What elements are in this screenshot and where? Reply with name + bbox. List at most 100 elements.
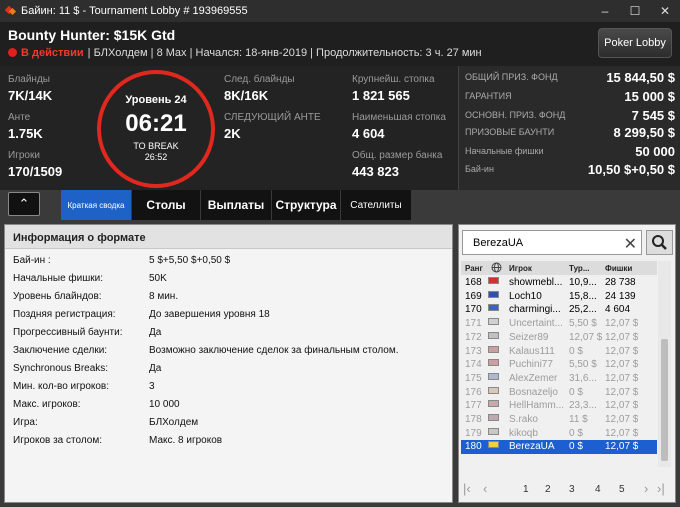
country-flag-icon: [488, 386, 499, 394]
country-flag-icon: [488, 277, 499, 284]
player-row[interactable]: 174 Puchini77 5,50 $ 12,07 $: [461, 358, 657, 372]
search-button[interactable]: [646, 230, 673, 255]
info-value: Возможно заключение сделок за финальным …: [149, 345, 399, 356]
page-1[interactable]: 1: [523, 484, 529, 495]
ante-label: Анте: [8, 112, 31, 123]
player-row[interactable]: 169 Loch10 15,8... 24 139: [461, 290, 657, 304]
clear-search-icon[interactable]: ✕: [624, 234, 637, 254]
info-row: Бай-ин : 5 $+5,50 $+0,50 $: [13, 255, 230, 266]
prize-pool-panel: ОБЩИЙ ПРИЗ. ФОНД 15 844,50 $ ГАРАНТИЯ 15 0…: [458, 66, 680, 190]
col-tour[interactable]: Тур...: [569, 264, 589, 273]
player-list-scrollbar[interactable]: [658, 261, 671, 467]
player-row[interactable]: 177 HellHamm... 23,3... 12,07 $: [461, 399, 657, 413]
player-tour: 0 $: [569, 427, 583, 439]
page-5[interactable]: 5: [619, 484, 625, 495]
player-tour: 11 $: [569, 414, 588, 425]
info-key: Synchronous Breaks:: [13, 363, 109, 374]
col-player[interactable]: Игрок: [509, 264, 532, 273]
info-key: Заключение сделки:: [13, 345, 108, 356]
player-name: showmebl...: [509, 277, 563, 288]
info-row: Прогрессивный баунти: Да: [13, 327, 161, 338]
prize-row: ОБЩИЙ ПРИЗ. ФОНД 15 844,50 $: [465, 70, 675, 86]
col-rank[interactable]: Ранг: [465, 264, 483, 273]
player-chips: 12,07 $: [605, 359, 639, 371]
player-row[interactable]: 172 Seizer89 12,07 $12,07 $: [461, 331, 657, 345]
player-rank: 176: [465, 386, 482, 398]
info-key: Игроков за столом:: [13, 435, 102, 446]
info-value: 5 $+5,50 $+0,50 $: [149, 255, 231, 266]
player-row[interactable]: 175 AlexZemer 31,6... 12,07 $: [461, 372, 657, 386]
player-search-input[interactable]: BerezaUA ✕: [462, 230, 642, 255]
player-chips: 12,07 $: [605, 427, 639, 439]
player-rank: 173: [465, 345, 482, 357]
country-flag-icon: [488, 414, 499, 421]
blinds-value: 7K/14K: [8, 88, 53, 103]
player-tour: 5,50 $: [569, 318, 597, 330]
page-4[interactable]: 4: [595, 484, 601, 495]
player-row[interactable]: 176 Bosnazeljo 0 $ 12,07 $: [461, 386, 657, 400]
player-row[interactable]: 180 BerezaUA 0 $ 12,07 $: [461, 440, 657, 454]
tournament-name: Bounty Hunter: $15K Gtd: [8, 27, 176, 43]
player-row[interactable]: 170 charmingi... 25,2... 4 604: [461, 303, 657, 317]
info-value: 50K: [149, 273, 167, 284]
close-button[interactable]: ✕: [650, 0, 680, 22]
info-key: Мин. кол-во игроков:: [13, 381, 110, 392]
search-icon: [652, 235, 667, 250]
prize-row: Начальные фишки 50 000: [465, 144, 675, 160]
page-2[interactable]: 2: [545, 484, 551, 495]
player-row[interactable]: 179 kikoqb 0 $ 12,07 $: [461, 427, 657, 441]
player-name: Uncertaint...: [509, 318, 563, 330]
player-chips: 12,07 $: [605, 400, 639, 412]
tab-payouts[interactable]: Выплаты: [201, 190, 271, 220]
player-row[interactable]: 178 S.rako 11 $ 12,07 $: [461, 413, 657, 427]
country-flag-icon: [488, 441, 499, 449]
tab-tables[interactable]: Столы: [132, 190, 200, 220]
info-row: Игроков за столом: Макс. 8 игроков: [13, 435, 222, 446]
details-text: | БЛХолдем | 8 Max | Начался: 18-янв-201…: [87, 47, 482, 59]
player-name: Bosnazeljo: [509, 386, 558, 398]
format-info-heading: Информация о формате: [5, 225, 452, 249]
scrollbar-thumb[interactable]: [661, 339, 668, 461]
total-bank-value: 443 823: [352, 164, 399, 179]
info-key: Игра:: [13, 417, 38, 428]
next-page-icon[interactable]: ›: [644, 481, 648, 496]
info-key: Макс. игроков:: [13, 399, 81, 410]
level-timer: Уровень 24 06:21 TO BREAK 26:52: [97, 70, 215, 188]
player-row[interactable]: 173 Kalaus111 0 $ 12,07 $: [461, 345, 657, 359]
next-ante-label: СЛЕДУЮЩИЙ АНТЕ: [224, 112, 321, 123]
player-tour: 10,9...: [569, 277, 597, 288]
country-flag-icon: [488, 372, 499, 380]
info-row: Начальные фишки: 50K: [13, 273, 167, 284]
player-name: kikoqb: [509, 427, 538, 439]
globe-icon[interactable]: [491, 262, 502, 275]
live-status-icon: [8, 48, 17, 57]
info-key: Бай-ин :: [13, 255, 51, 266]
player-rank: 177: [465, 400, 482, 412]
player-chips: 4 604: [605, 304, 631, 316]
player-tour: 0 $: [569, 386, 583, 398]
tab-structure[interactable]: Структура: [272, 190, 340, 220]
info-value: 8 мин.: [149, 291, 179, 302]
blinds-label: Блайнды: [8, 74, 50, 85]
info-value: Макс. 8 игроков: [149, 435, 223, 446]
minimize-button[interactable]: –: [590, 0, 620, 22]
tab-summary[interactable]: Краткая сводка: [61, 190, 131, 220]
maximize-button[interactable]: ☐: [620, 0, 650, 22]
info-value: БЛХолдем: [149, 417, 199, 428]
first-page-icon[interactable]: |‹: [463, 481, 471, 496]
prize-label: ГАРАНТИЯ: [465, 91, 512, 101]
poker-lobby-button[interactable]: Poker Lobby: [598, 28, 672, 58]
tab-satellites[interactable]: Сателлиты: [341, 190, 411, 220]
prev-page-icon[interactable]: ‹: [483, 481, 487, 496]
player-row[interactable]: 171 Uncertaint... 5,50 $ 12,07 $: [461, 317, 657, 331]
info-value: 3: [149, 381, 155, 392]
level-label: Уровень 24: [125, 94, 187, 106]
page-3[interactable]: 3: [569, 484, 575, 495]
tab-bar: ⌃ Краткая сводка Столы Выплаты Структура…: [0, 190, 458, 220]
last-page-icon[interactable]: ›|: [657, 481, 665, 496]
collapse-chevron-up-icon[interactable]: ⌃: [8, 192, 40, 216]
col-chips[interactable]: Фишки: [605, 264, 632, 273]
player-row[interactable]: 168 showmebl... 10,9... 28 738: [461, 276, 657, 290]
prize-label: Начальные фишки: [465, 146, 544, 156]
player-chips: 12,07 $: [605, 372, 639, 384]
